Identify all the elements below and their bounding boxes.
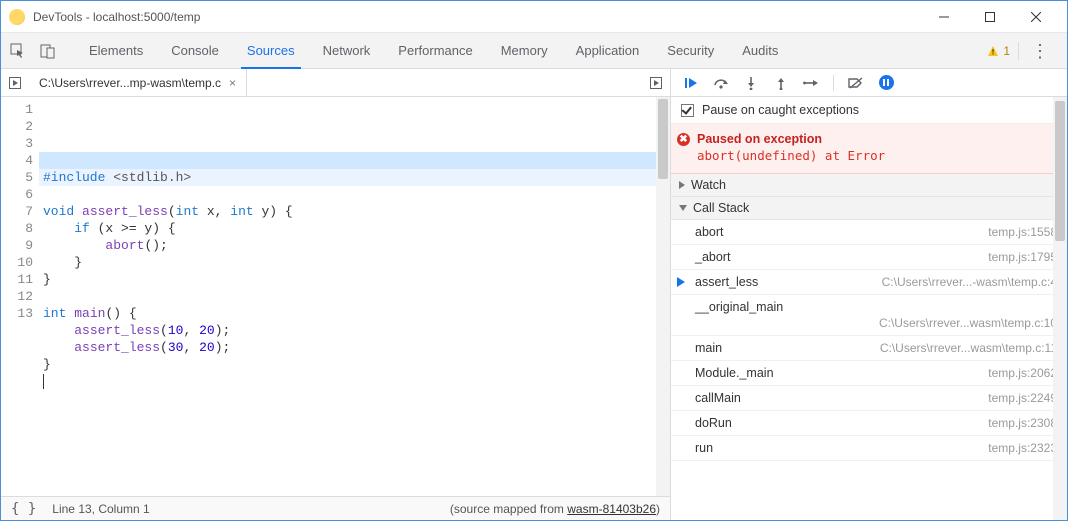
watch-section-header[interactable]: Watch (671, 174, 1067, 197)
tab-memory[interactable]: Memory (487, 33, 562, 68)
inspect-element-icon[interactable] (9, 42, 27, 60)
callstack-frame[interactable]: assert_less C:\Users\rrever...-wasm\temp.… (671, 270, 1067, 295)
tab-performance[interactable]: Performance (384, 33, 486, 68)
sidebar-scrollbar[interactable] (1053, 97, 1067, 520)
pause-on-caught-label: Pause on caught exceptions (702, 103, 859, 117)
tab-elements[interactable]: Elements (75, 33, 157, 68)
callstack-frame[interactable]: run temp.js:2323 (671, 436, 1067, 461)
frame-function: assert_less (695, 275, 758, 289)
close-button[interactable] (1013, 1, 1059, 33)
error-icon: ✖ (677, 133, 690, 146)
more-tabs-icon[interactable] (642, 77, 670, 89)
callstack-label: Call Stack (693, 201, 749, 215)
exception-message: abort(undefined) at Error (697, 148, 1055, 163)
editor-scrollbar[interactable] (656, 97, 670, 496)
code-editor[interactable]: 12345678910111213 #include <stdlib.h>voi… (1, 97, 670, 496)
minimize-button[interactable] (921, 1, 967, 33)
pause-on-caught-row[interactable]: Pause on caught exceptions (671, 97, 1067, 124)
callstack-frame[interactable]: main C:\Users\rrever...wasm\temp.c:11 (671, 336, 1067, 361)
frame-location: temp.js:2323 (988, 441, 1057, 455)
scrollbar-thumb[interactable] (658, 99, 668, 179)
close-file-icon[interactable]: × (229, 76, 236, 90)
paused-exception-box: ✖ Paused on exception abort(undefined) a… (671, 124, 1067, 174)
execution-line-highlight (39, 152, 670, 169)
editor-pane: 12345678910111213 #include <stdlib.h>voi… (1, 97, 671, 520)
debugger-toolbar (671, 75, 1067, 91)
maximize-button[interactable] (967, 1, 1013, 33)
source-map-link[interactable]: wasm-81403b26 (567, 502, 656, 516)
frame-function: callMain (695, 391, 741, 405)
frame-location: temp.js:1558 (988, 225, 1057, 239)
callstack-section-header[interactable]: Call Stack (671, 197, 1067, 220)
step-over-button[interactable] (713, 75, 729, 91)
device-toolbar-icon[interactable] (39, 42, 57, 60)
status-bar: { } Line 13, Column 1 (source mapped fro… (1, 496, 670, 520)
scrollbar-thumb[interactable] (1055, 101, 1065, 241)
watch-label: Watch (691, 178, 726, 192)
divider (1018, 42, 1019, 60)
titlebar: DevTools - localhost:5000/temp (1, 1, 1067, 33)
frame-function: abort (695, 225, 724, 239)
chevron-down-icon (679, 205, 687, 211)
deactivate-breakpoints-button[interactable] (848, 75, 864, 91)
step-out-button[interactable] (773, 75, 789, 91)
divider (833, 75, 834, 91)
frame-function: Module._main (695, 366, 774, 380)
callstack-frame[interactable]: doRun temp.js:2308 (671, 411, 1067, 436)
frame-function: main (695, 341, 722, 355)
pretty-print-icon[interactable]: { } (11, 501, 36, 517)
debugger-sidebar: Pause on caught exceptions ✖ Paused on e… (671, 97, 1067, 520)
source-map-info: (source mapped from wasm-81403b26) (450, 502, 660, 516)
tab-network[interactable]: Network (309, 33, 385, 68)
main-area: 12345678910111213 #include <stdlib.h>voi… (1, 97, 1067, 520)
resume-button[interactable] (683, 75, 699, 91)
file-tab[interactable]: C:\Users\rrever...mp-wasm\temp.c × (29, 69, 247, 96)
file-tab-path: C:\Users\rrever...mp-wasm\temp.c (39, 76, 221, 90)
frame-function: doRun (695, 416, 732, 430)
tab-security[interactable]: Security (653, 33, 728, 68)
frame-location: temp.js:2249 (988, 391, 1057, 405)
sources-subbar: C:\Users\rrever...mp-wasm\temp.c × (1, 69, 1067, 97)
tab-audits[interactable]: Audits (728, 33, 792, 68)
chevron-right-icon (679, 181, 685, 189)
frame-function: _abort (695, 250, 730, 264)
frame-function: run (695, 441, 713, 455)
frame-location: C:\Users\rrever...wasm\temp.c:10 (695, 316, 1057, 330)
frame-location: C:\Users\rrever...wasm\temp.c:11 (880, 341, 1057, 355)
tab-sources[interactable]: Sources (233, 33, 309, 68)
callstack-frame[interactable]: Module._main temp.js:2062 (671, 361, 1067, 386)
pause-on-exceptions-button[interactable] (878, 75, 894, 91)
tab-application[interactable]: Application (562, 33, 654, 68)
cursor-position: Line 13, Column 1 (52, 502, 149, 516)
tab-console[interactable]: Console (157, 33, 233, 68)
navigator-toggle-icon[interactable] (1, 77, 29, 89)
frame-function: __original_main (695, 300, 783, 314)
callstack-frame[interactable]: abort temp.js:1558 (671, 220, 1067, 245)
code-content[interactable]: #include <stdlib.h>void assert_less(int … (39, 97, 670, 496)
warning-badge[interactable]: 1 (987, 44, 1010, 58)
frame-location: temp.js:1795 (988, 250, 1057, 264)
callstack-frame[interactable]: __original_main C:\Users\rrever...wasm\te… (671, 295, 1067, 336)
callstack-list: abort temp.js:1558 _abort temp.js:1795 asser… (671, 220, 1067, 461)
devtools-icon (9, 9, 25, 25)
warning-count: 1 (1003, 44, 1010, 58)
window-controls (921, 1, 1059, 33)
panel-tabs: ElementsConsoleSourcesNetworkPerformance… (75, 33, 792, 68)
step-into-button[interactable] (743, 75, 759, 91)
window-title: DevTools - localhost:5000/temp (33, 10, 921, 24)
frame-location: temp.js:2062 (988, 366, 1057, 380)
exception-title: Paused on exception (697, 132, 1055, 146)
callstack-frame[interactable]: _abort temp.js:1795 (671, 245, 1067, 270)
more-options-icon[interactable]: ⋮ (1027, 42, 1053, 60)
main-tabbar: ElementsConsoleSourcesNetworkPerformance… (1, 33, 1067, 69)
pause-on-caught-checkbox[interactable] (681, 104, 694, 117)
step-button[interactable] (803, 75, 819, 91)
frame-location: temp.js:2308 (988, 416, 1057, 430)
line-gutter: 12345678910111213 (1, 97, 39, 496)
frame-location: C:\Users\rrever...-wasm\temp.c:4 (882, 275, 1057, 289)
callstack-frame[interactable]: callMain temp.js:2249 (671, 386, 1067, 411)
